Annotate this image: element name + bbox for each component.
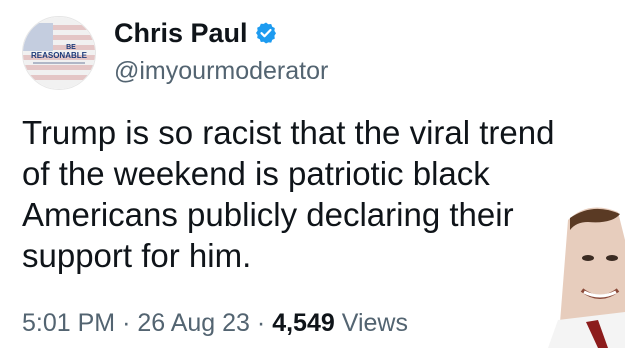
meta-separator: · bbox=[256, 309, 266, 337]
svg-text:BE: BE bbox=[66, 44, 76, 51]
avatar-flag-image: BE REASONABLE bbox=[23, 17, 95, 89]
tweet-text-line: of the weekend is patriotic black bbox=[22, 155, 490, 192]
tweet-card: BE REASONABLE Chris Paul @imyourmoderato… bbox=[0, 0, 625, 348]
avatar[interactable]: BE REASONABLE bbox=[22, 16, 96, 90]
tweet-text-line: Americans publicly declaring their bbox=[22, 196, 514, 233]
views-count[interactable]: 4,549 bbox=[272, 309, 335, 337]
tweet-text-line: Trump is so racist that the viral trend bbox=[22, 114, 555, 151]
tweet-date[interactable]: 26 Aug 23 bbox=[137, 309, 250, 337]
views-label: Views bbox=[341, 309, 408, 337]
svg-text:REASONABLE: REASONABLE bbox=[31, 51, 88, 60]
tweet-text-line: support for him. bbox=[22, 237, 252, 274]
display-name[interactable]: Chris Paul bbox=[114, 18, 248, 48]
meta-separator: · bbox=[122, 309, 131, 337]
user-handle[interactable]: @imyourmoderator bbox=[114, 56, 328, 86]
meme-face-image bbox=[548, 200, 625, 348]
name-row: Chris Paul bbox=[114, 18, 278, 48]
tweet-meta: 5:01 PM · 26 Aug 23 · 4,549 Views bbox=[22, 308, 408, 338]
tweet-text: Trump is so racist that the viral trend … bbox=[22, 112, 622, 276]
tweet-time[interactable]: 5:01 PM bbox=[22, 309, 115, 337]
verified-badge-icon bbox=[254, 21, 278, 45]
